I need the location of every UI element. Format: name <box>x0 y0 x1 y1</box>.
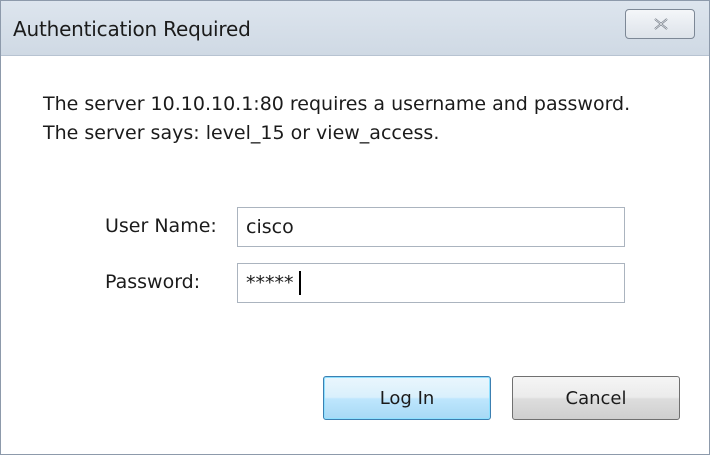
username-field[interactable] <box>237 207 625 247</box>
password-label: Password: <box>105 271 201 293</box>
close-button[interactable] <box>625 9 695 39</box>
password-field[interactable] <box>237 263 625 303</box>
text-caret <box>299 271 301 295</box>
log-in-button[interactable]: Log In <box>323 376 491 420</box>
cancel-button[interactable]: Cancel <box>512 376 680 420</box>
username-label: User Name: <box>105 215 217 237</box>
close-icon <box>654 18 668 30</box>
auth-dialog: Authentication Required The server 10.10… <box>0 0 710 455</box>
auth-message: The server 10.10.10.1:80 requires a user… <box>43 93 631 144</box>
dialog-title: Authentication Required <box>13 17 251 41</box>
dialog-body: The server 10.10.10.1:80 requires a user… <box>1 56 709 454</box>
title-bar[interactable]: Authentication Required <box>1 1 709 56</box>
